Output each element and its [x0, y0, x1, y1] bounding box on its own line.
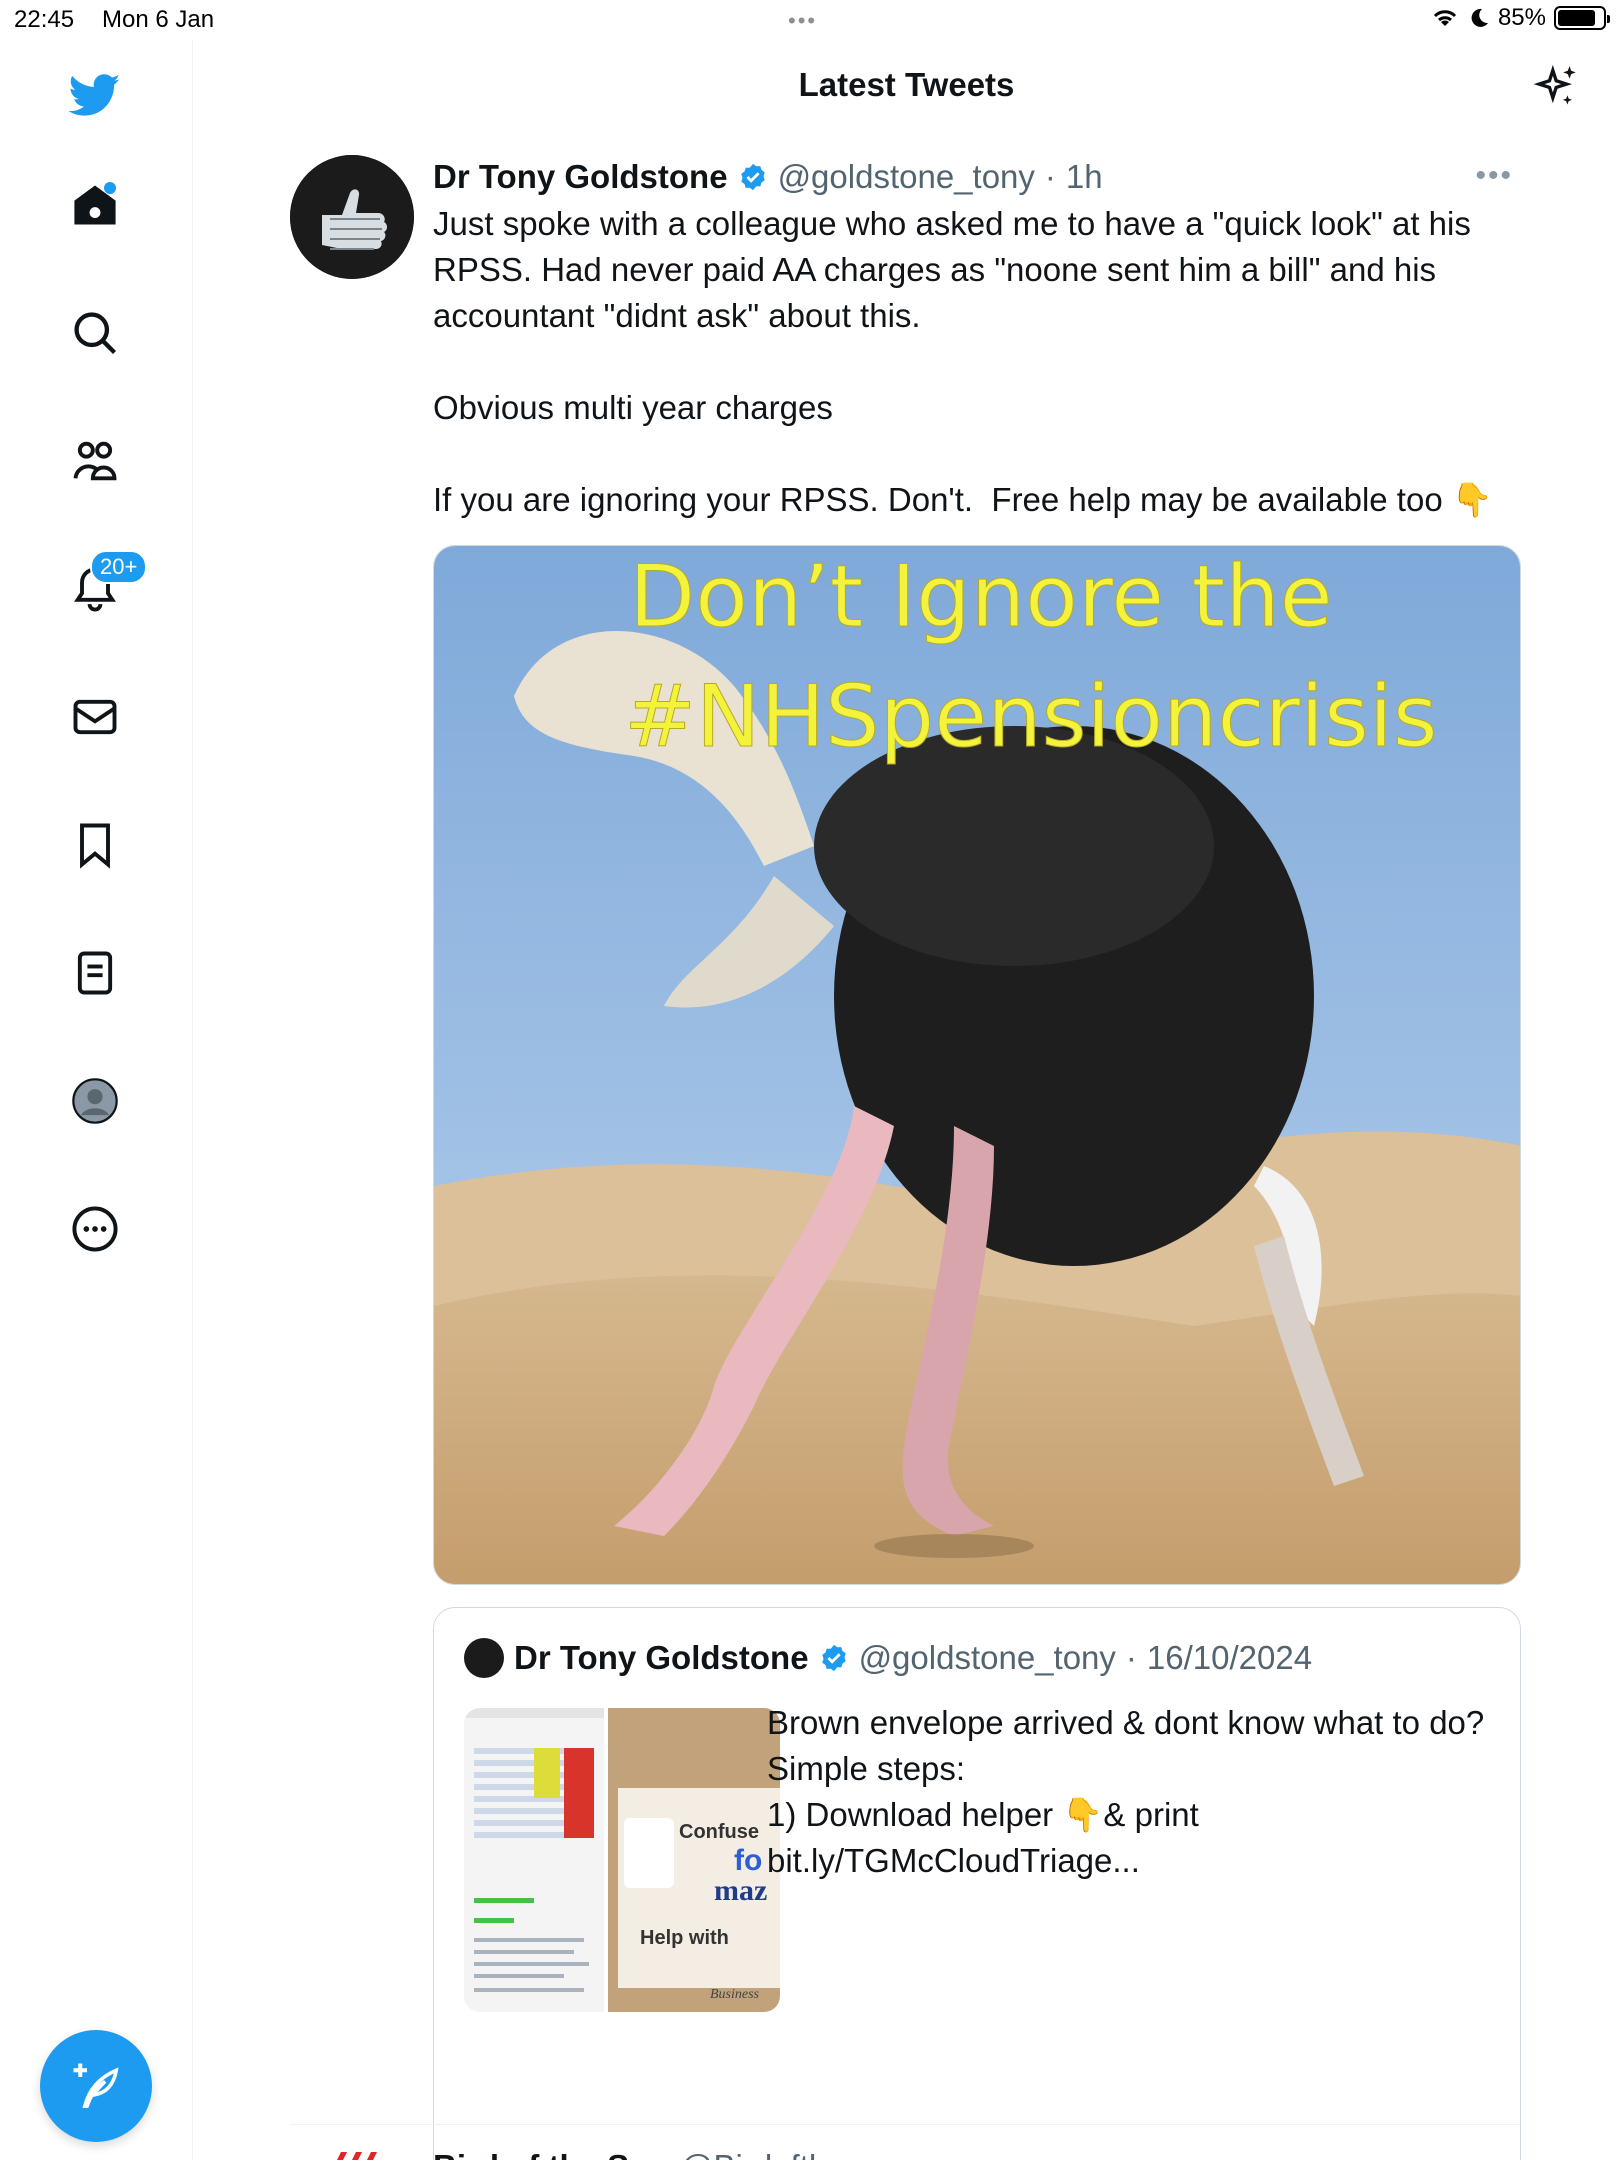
- quoted-author-handle: @goldstone_tony: [858, 1639, 1116, 1676]
- communities-icon: [73, 441, 117, 481]
- new-tweets-dot: [104, 182, 116, 194]
- thumb-word-5: Business: [710, 1987, 760, 2002]
- compose-tweet-button[interactable]: [40, 2030, 152, 2142]
- battery-icon: [1554, 6, 1610, 30]
- profile-nav-button[interactable]: [60, 1066, 130, 1136]
- quoted-tweet[interactable]: Dr Tony Goldstone @goldstone_tony · 16/1…: [433, 1607, 1521, 2160]
- search-nav-button[interactable]: [60, 298, 130, 368]
- tweet-time[interactable]: 1h: [1066, 158, 1103, 196]
- author-avatar[interactable]: [290, 155, 414, 279]
- tweet-image[interactable]: Don’t Ignore the #NHSpensioncrisis: [433, 545, 1521, 1585]
- tweet-header: Dr Tony Goldstone @goldstone_tony · 1h: [433, 155, 1513, 199]
- notifications-nav-button[interactable]: 20+: [60, 550, 148, 624]
- tweet-divider: [290, 2124, 1520, 2125]
- status-date: Mon 6 Jan: [102, 6, 215, 33]
- quoted-tweet-thumbnail[interactable]: Confuse fo maz Help with Business: [464, 1708, 780, 2012]
- verified-badge-icon: [821, 1644, 846, 1672]
- time-separator: ·: [1044, 158, 1056, 195]
- thumb-word-3: maz: [714, 1874, 767, 1907]
- quoted-thumbnail-image: Confuse fo maz Help with Business: [464, 1708, 780, 2012]
- home-nav-button[interactable]: [60, 170, 130, 240]
- bookmarks-nav-button[interactable]: [60, 810, 130, 880]
- search-icon: [74, 312, 117, 355]
- wifi-icon: [1433, 10, 1457, 26]
- quoted-tweet-header: Dr Tony Goldstone @goldstone_tony · 16/1…: [464, 1638, 1312, 1678]
- messages-nav-button[interactable]: [60, 682, 130, 752]
- notifications-count-badge: 20+: [90, 550, 148, 584]
- battery-percent: 85%: [1497, 4, 1546, 31]
- image-caption-line1: Don’t Ignore the: [629, 547, 1333, 647]
- ostrich-image: Don’t Ignore the #NHSpensioncrisis: [434, 546, 1520, 1584]
- quoted-author-avatar: [464, 1638, 504, 1678]
- thumb-word-1: Confuse: [679, 1821, 759, 1843]
- compose-feather-icon: [73, 2063, 119, 2109]
- multitasking-dots-icon[interactable]: •••: [788, 8, 817, 34]
- sparkle-icon[interactable]: [1532, 62, 1582, 112]
- verified-badge-icon: [740, 163, 765, 191]
- more-circle-icon: [72, 1206, 118, 1252]
- thumbs-up-xray-icon: [290, 155, 414, 279]
- quoted-separator: ·: [1125, 1639, 1137, 1676]
- sidebar: 20+: [0, 40, 193, 2160]
- next-tweet[interactable]: Bird of the S @Birdofthe: [290, 2138, 1520, 2160]
- quoted-tweet-text: Brown envelope arrived & dont know what …: [767, 1704, 1485, 1879]
- author-name[interactable]: Dr Tony Goldstone: [433, 158, 728, 196]
- quoted-date: 16/10/2024: [1146, 1639, 1313, 1676]
- tweet-text: Just spoke with a colleague who asked me…: [433, 205, 1493, 518]
- next-tweet-handle: @Birdofthe: [680, 2148, 846, 2160]
- envelope-icon: [73, 699, 117, 735]
- status-bar: 22:45 Mon 6 Jan ••• 85%: [0, 0, 1620, 40]
- thumb-word-4: Help with: [640, 1927, 729, 1949]
- status-time: 22:45: [14, 6, 75, 33]
- next-tweet-author: Bird of the S: [433, 2148, 629, 2160]
- image-caption-line2: #NHSpensioncrisis: [624, 667, 1438, 767]
- twitter-logo-icon[interactable]: [60, 60, 130, 130]
- communities-nav-button[interactable]: [60, 426, 130, 496]
- more-nav-button[interactable]: [60, 1194, 130, 1264]
- lists-icon: [77, 951, 113, 995]
- page-title: Latest Tweets: [798, 66, 1015, 103]
- lists-nav-button[interactable]: [60, 938, 130, 1008]
- profile-avatar-icon: [72, 1078, 118, 1124]
- bookmark-icon: [80, 823, 110, 869]
- next-tweet-avatar: [337, 2152, 377, 2160]
- moon-icon: [1471, 8, 1488, 27]
- tweet-more-options-icon[interactable]: •••: [1475, 159, 1513, 193]
- author-handle[interactable]: @goldstone_tony: [778, 158, 1035, 196]
- thumb-word-2: fo: [734, 1844, 762, 1877]
- quoted-author-name: Dr Tony Goldstone: [514, 1639, 809, 1676]
